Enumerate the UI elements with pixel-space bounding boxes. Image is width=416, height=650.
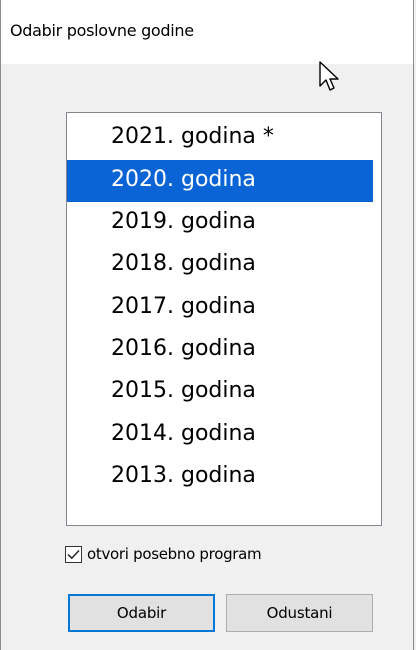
list-item-year[interactable]: 2021. godina * [67,117,373,159]
dialog-titlebar[interactable]: Odabir poslovne godine [1,0,413,64]
select-button[interactable]: Odabir [68,594,215,632]
list-item-year[interactable]: 2014. godina [67,414,373,456]
list-item-year-selected[interactable]: 2020. godina [67,160,373,202]
list-item-year[interactable]: 2016. godina [67,329,373,371]
checkmark-icon [67,549,80,559]
list-item-year[interactable]: 2013. godina [67,456,373,498]
open-separately-label: otvori posebno program [87,545,262,563]
list-item-year[interactable]: 2015. godina [67,371,373,413]
cancel-button[interactable]: Odustani [226,594,373,632]
dialog-window: Odabir poslovne godine 2021. godina * 20… [0,0,414,650]
list-item-year[interactable]: 2018. godina [67,244,373,286]
mouse-pointer-icon [319,61,339,91]
dialog-title: Odabir poslovne godine [10,21,194,40]
year-listbox[interactable]: 2021. godina * 2020. godina 2019. godina… [66,112,382,526]
list-item-year[interactable]: 2017. godina [67,287,373,329]
open-separately-checkbox[interactable] [65,545,82,563]
open-separately-option[interactable]: otvori posebno program [65,543,262,565]
list-item-year[interactable]: 2019. godina [67,202,373,244]
